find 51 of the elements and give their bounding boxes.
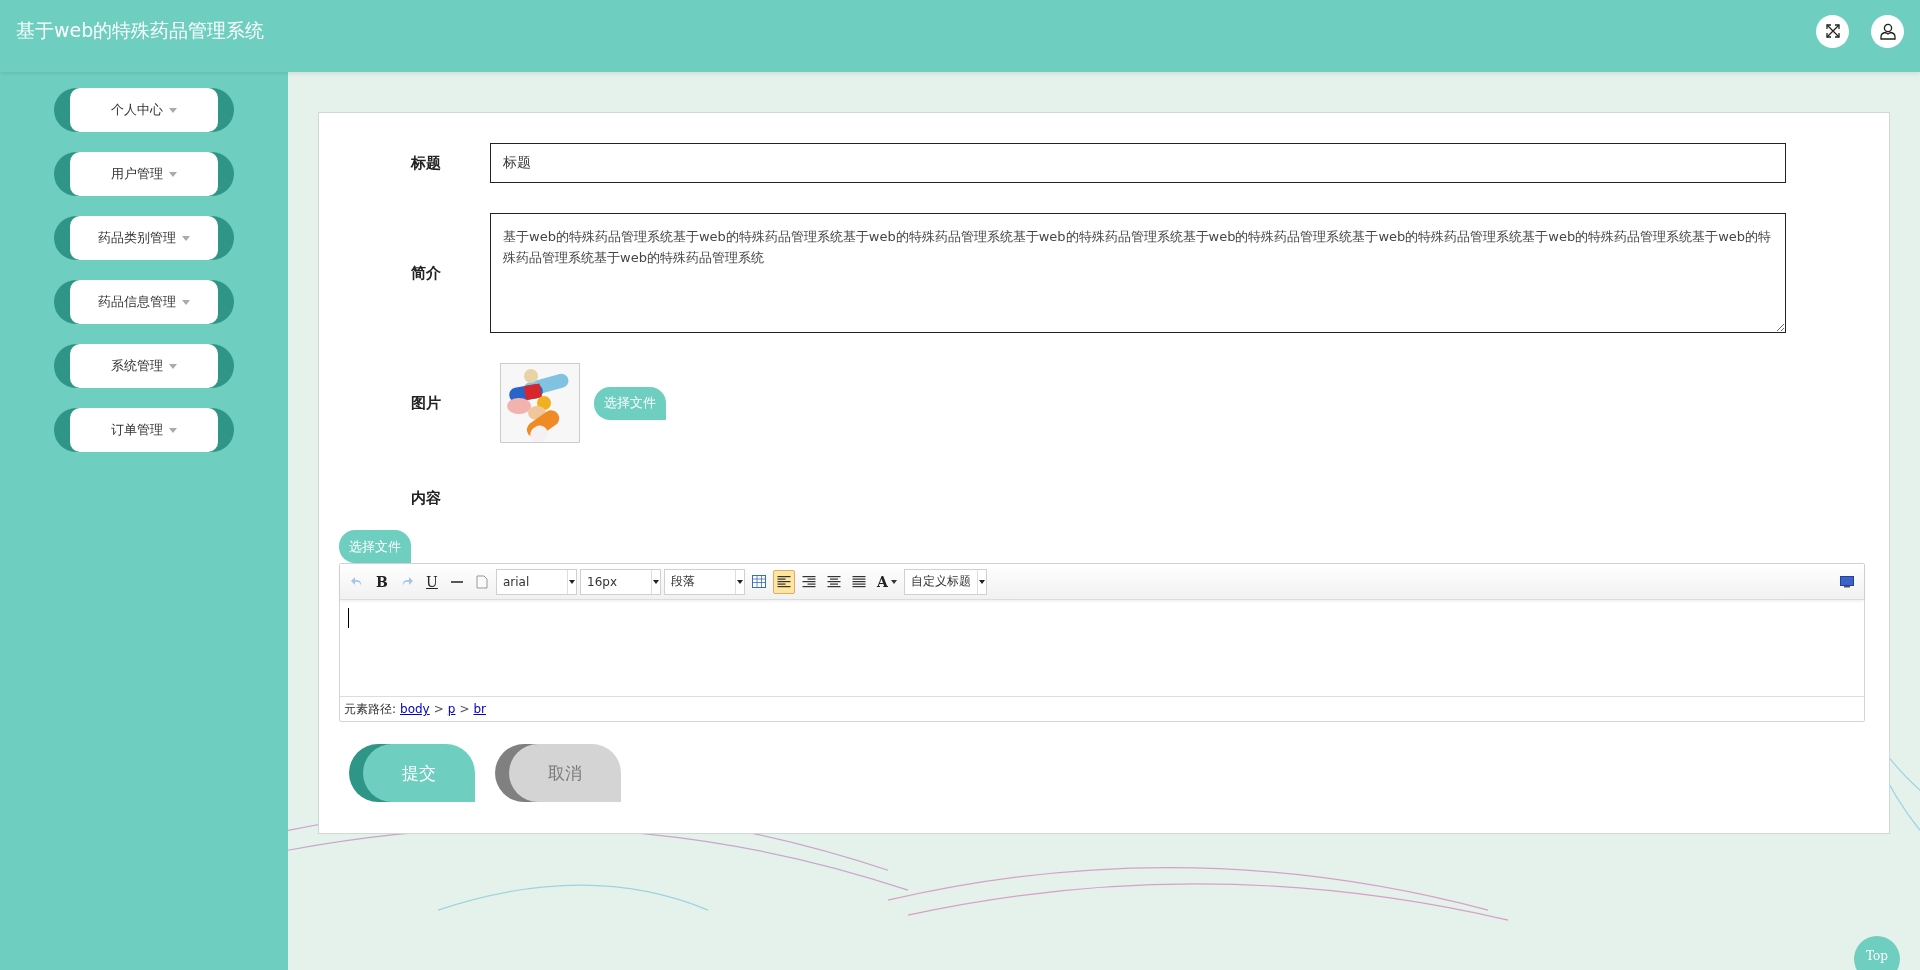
caret-icon — [890, 579, 897, 584]
underline-button[interactable]: U — [421, 569, 443, 594]
caret-icon — [737, 579, 743, 584]
format-dropdown[interactable]: arial — [496, 568, 577, 595]
table-icon — [752, 575, 766, 588]
user-button[interactable] — [1871, 14, 1904, 48]
path-label: 元素路径: — [344, 700, 397, 718]
field-label: 内容 — [410, 489, 442, 508]
path-link[interactable]: br — [473, 702, 487, 716]
field-label: 图片 — [410, 393, 442, 413]
format-dropdown[interactable]: 自定义标题 — [903, 568, 987, 595]
caret-icon — [182, 235, 190, 241]
menu-item[interactable]: 药品信息管理 — [54, 280, 234, 324]
caret-icon — [169, 107, 177, 113]
menu-item[interactable]: 药品类别管理 — [54, 216, 234, 260]
menu-item[interactable]: 个人中心 — [54, 88, 234, 132]
format-dropdown[interactable]: 16px — [580, 568, 661, 595]
align-left-icon — [777, 575, 791, 588]
caret-icon — [169, 427, 177, 433]
text-cursor — [348, 608, 349, 628]
intro-textarea[interactable]: 基于web的特殊药品管理系统基于web的特殊药品管理系统基于web的特殊药品管理系统基于web的特殊药品管理系统基于web的特殊药品管理系统基于web的特殊药品管理系统基于web的特殊药品管理系统基于web的特殊药品管理系统基于web的特殊药品管理系统 — [490, 213, 1786, 333]
field-label: 标题 — [409, 153, 442, 173]
fullscreen-button[interactable] — [1816, 14, 1849, 48]
caret-icon — [569, 579, 575, 584]
path-separator: > — [459, 702, 470, 716]
bold-button[interactable]: B — [371, 569, 393, 594]
align-center-icon — [827, 575, 841, 588]
format-dropdown[interactable]: 段落 — [664, 568, 745, 595]
menu-item[interactable]: 订单管理 — [54, 408, 234, 452]
caret-icon — [182, 299, 190, 305]
path-link[interactable]: body — [400, 702, 430, 716]
path-separator: > — [433, 702, 444, 716]
title-field[interactable]: 标题 — [490, 143, 1786, 183]
caret-icon — [169, 363, 177, 369]
expand-icon — [1824, 23, 1841, 39]
caret-icon — [978, 579, 985, 584]
field-label: 简介 — [410, 263, 442, 283]
font-color-button[interactable]: A — [873, 569, 901, 594]
align-right-icon — [802, 575, 816, 588]
caret-icon — [169, 171, 177, 177]
app-title: 基于web的特殊药品管理系统 — [16, 18, 265, 43]
menu-item[interactable]: 用户管理 — [54, 152, 234, 196]
path-link[interactable]: p — [447, 702, 456, 716]
caret-icon — [653, 579, 659, 584]
line-icon — [451, 580, 463, 583]
user-icon — [1878, 22, 1897, 40]
monitor-icon — [1840, 575, 1854, 588]
menu-item[interactable]: 系统管理 — [54, 344, 234, 388]
page-icon — [476, 574, 488, 589]
align-left-button[interactable] — [773, 569, 795, 594]
justify-icon — [852, 575, 866, 588]
